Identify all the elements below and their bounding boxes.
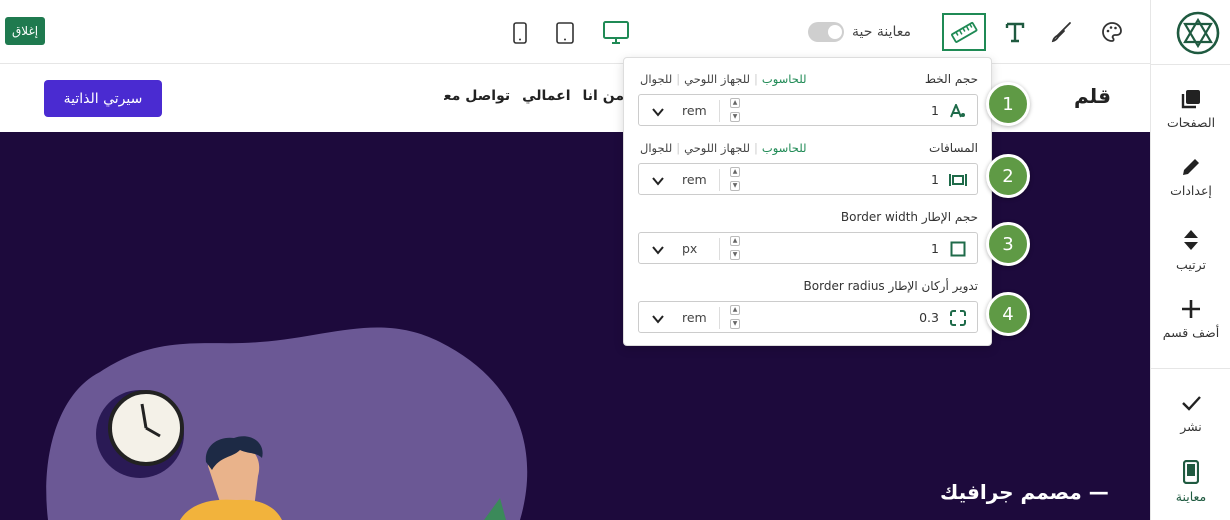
site-brand[interactable]: قلم <box>1074 84 1111 108</box>
row-label: حجم الخط <box>924 72 978 86</box>
border-radius-value[interactable]: 0.3 <box>919 310 939 325</box>
device-links: للحاسوب | للجهاز اللوحي | للجوال <box>640 72 807 86</box>
logo-icon <box>1176 11 1220 55</box>
device-links: للحاسوب | للجهاز اللوحي | للجوال <box>640 141 807 155</box>
spacing-value[interactable]: 1 <box>931 172 939 187</box>
row-label: المسافات <box>929 141 978 155</box>
plus-icon <box>1182 300 1200 318</box>
stepper[interactable]: ▲ ▼ <box>729 305 741 329</box>
nav-item[interactable]: اعمالي <box>522 88 570 104</box>
app-logo <box>1175 10 1221 56</box>
unit-select[interactable]: rem <box>682 310 707 325</box>
sidebar-item-label: معاينة <box>1175 489 1207 504</box>
chevron-down-icon[interactable] <box>651 312 665 326</box>
brush-tool-button[interactable] <box>1040 13 1084 51</box>
pages-icon <box>1181 90 1200 109</box>
live-preview-toggle[interactable] <box>808 22 844 42</box>
sidebar-divider <box>1151 368 1230 369</box>
sidebar-item-label: ترتيب <box>1176 257 1206 272</box>
sidebar-item-publish[interactable]: نشر <box>1151 392 1230 434</box>
editor-sidebar: الصفحات إعدادات ترتيب أضف قسم نشر معاينة <box>1150 0 1230 520</box>
spacing-icon <box>949 171 967 189</box>
border-radius-input[interactable]: 0.3 ▲ ▼ rem <box>638 301 978 333</box>
row-label: تدوير أركان الإطار Border radius <box>803 279 978 293</box>
divider: | <box>676 141 681 155</box>
chevron-down-icon[interactable] <box>651 105 665 119</box>
step-badge: 4 <box>986 292 1030 336</box>
divider <box>719 307 720 329</box>
mobile-link[interactable]: للجوال <box>640 141 672 155</box>
sidebar-item-pages[interactable]: الصفحات <box>1151 88 1230 130</box>
border-radius-icon <box>949 309 967 327</box>
mobile-preview-icon <box>1183 460 1199 484</box>
palette-icon <box>1102 22 1122 42</box>
sidebar-item-label: أضف قسم <box>1162 325 1220 340</box>
tablet-icon <box>556 22 574 44</box>
desktop-view-button[interactable] <box>601 18 631 48</box>
divider <box>719 238 720 260</box>
sidebar-item-label: الصفحات <box>1166 115 1216 130</box>
divider: | <box>676 72 681 86</box>
border-width-input[interactable]: 1 ▲ ▼ px <box>638 232 978 264</box>
row-label: حجم الإطار Border width <box>840 210 978 224</box>
step-badge: 3 <box>986 222 1030 266</box>
unit-select[interactable]: rem <box>682 172 707 187</box>
stepper[interactable]: ▲ ▼ <box>729 167 741 191</box>
mobile-view-button[interactable] <box>505 18 535 48</box>
hero-title: — مصمم جرافيك <box>940 480 1109 504</box>
font-size-icon <box>949 102 967 120</box>
pencil-icon <box>1183 159 1199 175</box>
nav-item[interactable]: تواصل معي <box>444 88 510 104</box>
mobile-link[interactable]: للجوال <box>640 72 672 86</box>
tablet-link[interactable]: للجهاز اللوحي <box>684 72 750 86</box>
sidebar-divider <box>1151 64 1230 65</box>
border-width-value[interactable]: 1 <box>931 241 939 256</box>
editor-toolbar: إغلاق معاينة حية <box>0 0 1150 64</box>
divider: | <box>754 141 758 155</box>
live-preview-label: معاينة حية <box>852 24 911 40</box>
nav-item[interactable]: من انا <box>583 88 624 104</box>
brush-icon <box>1051 22 1071 43</box>
divider <box>719 100 720 122</box>
mobile-icon <box>513 22 527 44</box>
spacing-input[interactable]: 1 ▲ ▼ rem <box>638 163 978 195</box>
divider: | <box>754 72 758 86</box>
tablet-link[interactable]: للجهاز اللوحي <box>684 141 750 155</box>
tablet-view-button[interactable] <box>550 18 580 48</box>
desktop-link[interactable]: للحاسوب <box>762 141 807 155</box>
border-width-icon <box>949 240 967 258</box>
unit-select[interactable]: rem <box>682 103 707 118</box>
stepper[interactable]: ▲ ▼ <box>729 98 741 122</box>
stepper[interactable]: ▲ ▼ <box>729 236 741 260</box>
ruler-icon <box>951 22 978 43</box>
sidebar-item-preview[interactable]: معاينة <box>1151 460 1230 504</box>
sidebar-item-label: نشر <box>1180 419 1202 434</box>
desktop-icon <box>603 21 629 44</box>
font-size-input[interactable]: 1 ▲ ▼ rem <box>638 94 978 126</box>
divider <box>719 169 720 191</box>
chevron-down-icon[interactable] <box>651 243 665 257</box>
sidebar-item-settings[interactable]: إعدادات <box>1151 156 1230 198</box>
sort-icon <box>1184 230 1198 250</box>
step-badge: 1 <box>986 82 1030 126</box>
sidebar-item-add-section[interactable]: أضف قسم <box>1151 298 1230 340</box>
unit-select[interactable]: px <box>682 241 697 256</box>
sidebar-item-sort[interactable]: ترتيب <box>1151 228 1230 272</box>
cv-button[interactable]: سيرتي الذاتية <box>44 80 162 117</box>
sidebar-item-label: إعدادات <box>1170 183 1212 198</box>
step-badge: 2 <box>986 154 1030 198</box>
chevron-down-icon[interactable] <box>651 174 665 188</box>
font-size-value[interactable]: 1 <box>931 103 939 118</box>
palette-tool-button[interactable] <box>1090 13 1134 51</box>
hero-illustration <box>46 327 528 520</box>
site-nav: من انا اعمالي تواصل معي <box>444 88 624 104</box>
text-icon <box>1005 22 1025 43</box>
text-tool-button[interactable] <box>993 13 1037 51</box>
check-icon <box>1182 396 1201 411</box>
desktop-link[interactable]: للحاسوب <box>762 72 807 86</box>
close-button[interactable]: إغلاق <box>5 17 46 45</box>
ruler-tool-button[interactable] <box>942 13 986 51</box>
live-preview-control: معاينة حية <box>808 20 911 44</box>
size-settings-panel: حجم الخط للحاسوب | للجهاز اللوحي | للجوا… <box>623 57 992 346</box>
